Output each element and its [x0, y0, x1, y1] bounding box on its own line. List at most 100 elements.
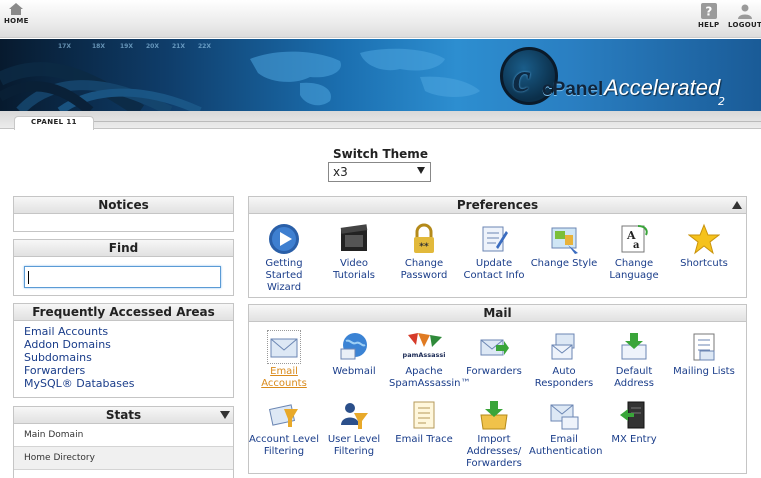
star-icon	[688, 223, 720, 255]
email-trace-item[interactable]: Email Trace	[389, 399, 459, 446]
style-icon	[551, 227, 578, 254]
faa-link-subdomains[interactable]: Subdomains	[24, 351, 233, 364]
email-accounts-item[interactable]: Email Accounts	[249, 330, 319, 390]
import-addresses-item[interactable]: Import Addresses/ Forwarders	[459, 399, 529, 470]
spamassassin-logo-text: SpamAssassin	[402, 351, 446, 359]
collapse-arrow-icon[interactable]	[732, 201, 742, 209]
film-icon	[340, 224, 368, 251]
svg-text:a: a	[633, 240, 640, 251]
item-label: User Level Filtering	[327, 434, 381, 457]
mx-icon	[620, 401, 645, 429]
item-label: Import Addresses/ Forwarders	[466, 434, 522, 469]
top-toolbar: HOME ? HELP LOGOUT	[0, 0, 761, 38]
svg-text:?: ?	[705, 5, 712, 19]
notices-title: Notices	[14, 197, 233, 214]
contact-icon	[482, 226, 508, 252]
item-label: Apache SpamAssassin™	[389, 366, 471, 389]
language-icon: A a	[621, 225, 648, 253]
stats-box: Stats Main Domain Home Directory	[13, 406, 234, 478]
item-label: Getting Started Wizard	[265, 258, 303, 293]
faa-link-mysql-databases[interactable]: MySQL® Databases	[24, 377, 233, 390]
item-label: Email Accounts	[261, 366, 307, 389]
auto-responders-item[interactable]: Auto Responders	[529, 331, 599, 390]
faa-title: Frequently Accessed Areas	[14, 304, 233, 321]
trace-icon	[413, 401, 435, 429]
change-language-item[interactable]: A a Change Language	[599, 223, 669, 282]
mx-entry-item[interactable]: MX Entry	[599, 399, 669, 446]
find-box: Find	[13, 239, 234, 296]
svg-text:**: **	[419, 242, 429, 252]
theme-select[interactable]: x3	[328, 162, 431, 182]
default-address-item[interactable]: Default Address	[599, 331, 669, 390]
item-label: Webmail	[332, 366, 376, 377]
mail-title: Mail	[483, 306, 512, 320]
autoresponder-icon	[551, 333, 575, 360]
change-style-item[interactable]: Change Style	[529, 223, 599, 270]
mailing-lists-item[interactable]: Mailing Lists	[669, 331, 739, 378]
envelope-icon	[267, 330, 301, 364]
faa-link-addon-domains[interactable]: Addon Domains	[24, 338, 233, 351]
stats-title: Stats	[105, 408, 142, 422]
user-filter-icon	[341, 403, 368, 429]
item-label: Update Contact Info	[463, 258, 525, 281]
filter-icon	[268, 404, 298, 427]
stat-row-home-directory: Home Directory	[14, 447, 233, 470]
logo-c: c	[513, 55, 531, 100]
ticker-6: 22X	[198, 43, 211, 50]
spamassassin-item[interactable]: SpamAssassin Apache SpamAssassin™	[389, 331, 471, 390]
user-icon	[738, 4, 753, 19]
item-label: Change Password	[400, 258, 448, 281]
faa-link-forwarders[interactable]: Forwarders	[24, 364, 233, 377]
ticker-1: 17X	[58, 43, 71, 50]
change-password-item[interactable]: ** Change Password	[389, 223, 459, 282]
auth-icon	[550, 404, 579, 430]
find-input[interactable]	[24, 266, 221, 288]
mail-panel: Mail Email Accounts Webmail SpamAssassin…	[248, 304, 747, 474]
ticker-2: 18X	[92, 43, 105, 50]
version-strip	[0, 111, 761, 129]
home-icon	[9, 3, 24, 15]
mailing-list-icon	[693, 333, 715, 361]
notices-box: Notices	[13, 196, 234, 232]
item-label: Email Authentication	[529, 434, 603, 457]
stats-header[interactable]: Stats	[14, 407, 233, 424]
forward-icon	[480, 339, 509, 356]
shortcuts-item[interactable]: Shortcuts	[669, 223, 739, 270]
getting-started-wizard-item[interactable]: Getting Started Wizard	[249, 223, 319, 294]
import-icon	[480, 401, 508, 430]
item-label: Mailing Lists	[673, 366, 735, 377]
frequently-accessed-box: Frequently Accessed Areas Email Accounts…	[13, 303, 234, 398]
globe-mail-icon	[340, 333, 367, 360]
logout-button[interactable]: LOGOUT	[728, 3, 761, 29]
collapse-arrow-icon[interactable]	[220, 411, 230, 419]
stat-row-main-domain: Main Domain	[14, 424, 233, 447]
brand-edition: Accelerated	[604, 75, 721, 100]
spamassassin-icon: SpamAssassin	[402, 333, 446, 359]
logout-label: LOGOUT	[728, 21, 761, 29]
item-label: MX Entry	[611, 434, 657, 445]
forwarders-item[interactable]: Forwarders	[459, 331, 529, 378]
play-icon	[269, 224, 299, 254]
mail-header[interactable]: Mail	[249, 305, 746, 322]
help-button[interactable]: ? HELP	[698, 3, 719, 29]
email-authentication-item[interactable]: Email Authentication	[529, 399, 603, 458]
preferences-panel: Preferences Getting Started Wizard Video…	[248, 196, 747, 298]
update-contact-info-item[interactable]: Update Contact Info	[459, 223, 529, 282]
account-level-filtering-item[interactable]: Account Level Filtering	[249, 399, 319, 458]
text-caret	[28, 271, 29, 284]
preferences-header[interactable]: Preferences	[249, 197, 746, 214]
item-label: Auto Responders	[534, 366, 594, 389]
item-label: Change Language	[609, 258, 659, 281]
theme-select-value: x3	[333, 165, 348, 179]
item-label: Account Level Filtering	[249, 434, 319, 457]
faa-link-email-accounts[interactable]: Email Accounts	[24, 325, 233, 338]
brand-version: 2	[718, 95, 725, 108]
user-level-filtering-item[interactable]: User Level Filtering	[319, 399, 389, 458]
item-label: Default Address	[614, 366, 654, 389]
item-label: Video Tutorials	[333, 258, 375, 281]
item-label: Forwarders	[466, 366, 522, 377]
home-button[interactable]: HOME	[4, 3, 29, 25]
webmail-item[interactable]: Webmail	[319, 331, 389, 378]
video-tutorials-item[interactable]: Video Tutorials	[319, 223, 389, 282]
divider	[72, 121, 761, 122]
